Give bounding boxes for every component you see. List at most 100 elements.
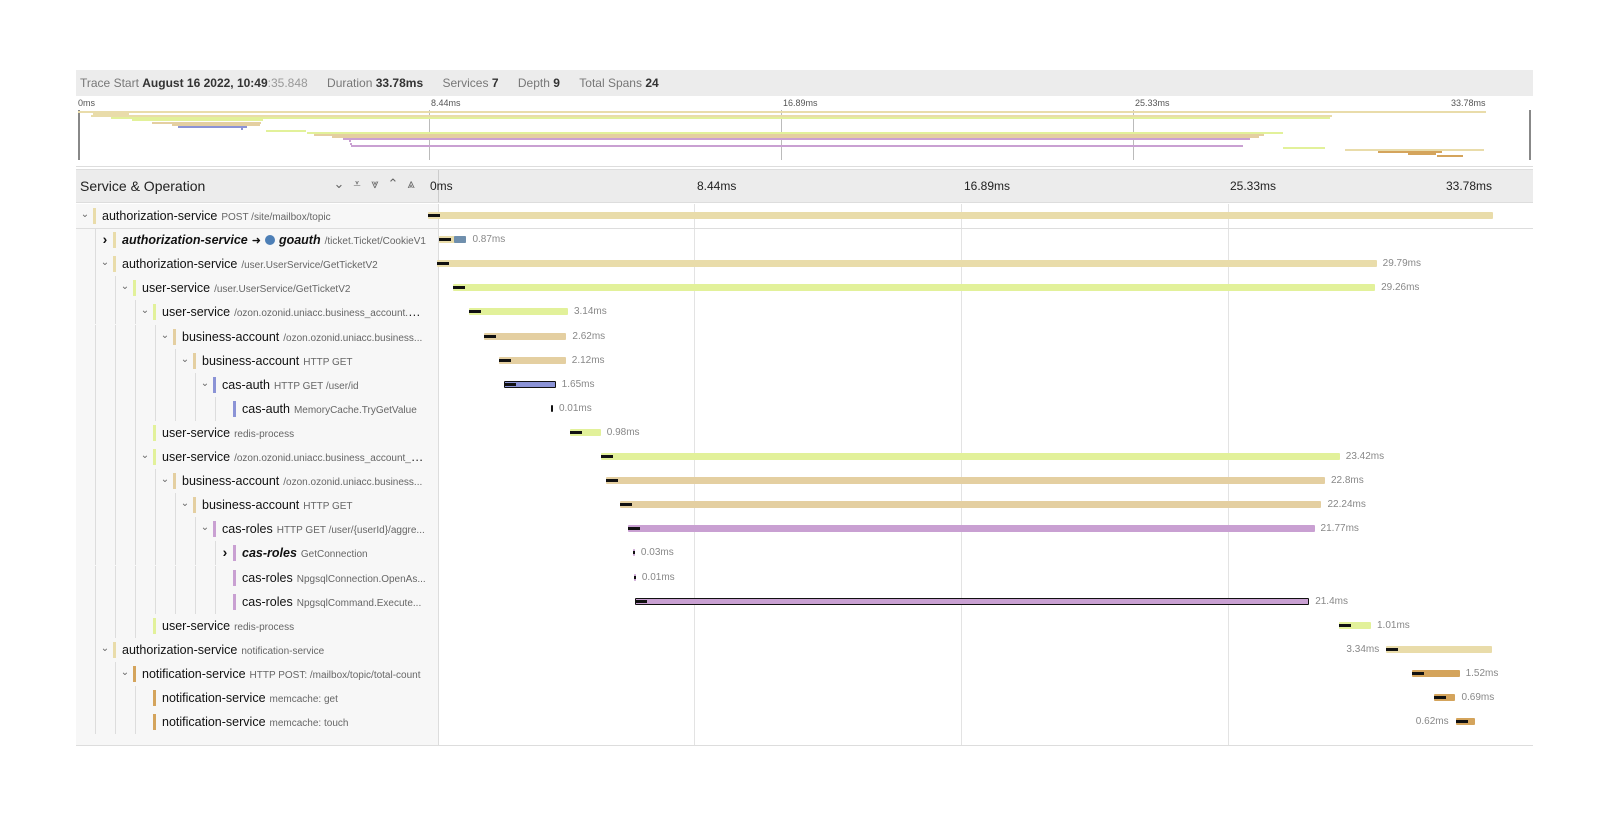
span-row[interactable]: ⌄ notification-service HTTP POST: /mailbox… <box>76 661 1533 686</box>
operation-name: HTTP GET <box>303 356 353 368</box>
span-row[interactable]: › cas-roles GetConnection 0.03ms <box>76 541 1533 566</box>
span-label[interactable]: cas-auth HTTP GET /user/id <box>222 377 359 395</box>
span-row[interactable]: ⌄ business-account HTTP GET 22.24ms <box>76 493 1533 518</box>
span-row[interactable]: ⌄ user-service/ozon.ozonid.uniacc.busines… <box>76 300 1533 325</box>
span-row[interactable]: ⌄ business-account/ozon.ozonid.uniacc.bus… <box>76 324 1533 349</box>
span-duration: 29.79ms <box>1382 258 1422 270</box>
span-bar[interactable] <box>452 284 1376 292</box>
collapse-one-icon[interactable]: ⌄ <box>330 176 348 192</box>
span-row[interactable]: user-service redis-process 0.98ms <box>76 420 1533 445</box>
span-duration: 0.62ms <box>1415 716 1449 728</box>
span-bar[interactable] <box>1386 645 1492 653</box>
chevron-right-icon[interactable]: › <box>218 545 232 559</box>
span-label[interactable]: user-service/ozon.ozonid.uniacc.business… <box>162 304 426 322</box>
chevron-down-icon[interactable]: ⌄ <box>98 642 112 656</box>
span-bar[interactable] <box>601 453 1340 460</box>
trace-minimap[interactable]: 0ms 8.44ms 16.89ms 25.33ms 33.78ms <box>76 96 1533 167</box>
span-bar[interactable] <box>468 308 568 316</box>
span-label[interactable]: user-service/user.UserService/GetTicketV… <box>142 280 350 298</box>
span-row[interactable]: cas-roles NpgsqlCommand.Execute... 21.4ms <box>76 589 1533 614</box>
span-row[interactable]: ⌄ cas-auth HTTP GET /user/id 1.65ms <box>76 372 1533 397</box>
timeline-tick: 0ms <box>430 179 453 193</box>
span-label[interactable]: notification-service HTTP POST: /mailbox/… <box>142 666 421 684</box>
span-row[interactable]: notification-service memcache: touch 0.62m… <box>76 710 1533 735</box>
span-row[interactable]: user-service redis-process 1.01ms <box>76 613 1533 638</box>
chevron-down-icon[interactable]: ⌄ <box>178 497 192 511</box>
span-label[interactable]: cas-roles NpgsqlConnection.OpenAs... <box>242 570 426 588</box>
span-duration: 22.24ms <box>1327 499 1366 511</box>
service-name: user-service <box>162 450 231 464</box>
span-bar[interactable] <box>428 212 1493 219</box>
span-bar[interactable] <box>634 597 1310 605</box>
span-label[interactable]: cas-auth MemoryCache.TryGetValue <box>242 401 417 419</box>
span-label[interactable]: authorization-service notification-servic… <box>122 642 324 660</box>
tree-guide-line <box>115 589 116 614</box>
chevron-down-icon[interactable]: ⌄ <box>198 377 212 391</box>
span-row[interactable]: cas-roles NpgsqlConnection.OpenAs... 0.01m… <box>76 565 1533 590</box>
span-label[interactable]: notification-service memcache: get <box>162 690 338 708</box>
span-row[interactable]: ⌄ business-account/ozon.ozonid.uniacc.bus… <box>76 469 1533 494</box>
chevron-down-icon[interactable]: ⌄ <box>158 473 172 487</box>
span-label[interactable]: user-service redis-process <box>162 425 294 443</box>
span-row[interactable]: ⌄ authorization-service POST /site/mailbox… <box>76 204 1533 229</box>
chevron-right-icon[interactable]: › <box>98 232 112 246</box>
service-name: notification-service <box>162 715 266 730</box>
span-bar[interactable] <box>437 260 1377 268</box>
service-color-marker <box>213 521 216 538</box>
rows-bottom-border <box>76 745 1533 746</box>
span-label[interactable]: cas-roles HTTP GET /user/{userId}/aggre..… <box>222 521 425 539</box>
span-log-tick <box>1386 647 1399 651</box>
expand-one-icon[interactable]: ⩔ <box>366 176 384 192</box>
tree-guide-line <box>115 469 116 494</box>
chevron-down-icon[interactable]: ⌄ <box>118 280 132 294</box>
collapse-all-icon[interactable]: ⩡ <box>348 176 366 192</box>
span-row[interactable]: ⌄ user-service/ozon.ozonid.uniacc.busines… <box>76 445 1533 469</box>
operation-name: notification-service <box>241 645 325 657</box>
span-row[interactable]: notification-service memcache: get 0.69ms <box>76 686 1533 710</box>
tree-guide-line <box>135 541 136 566</box>
span-row[interactable]: ⌄ user-service/user.UserService/GetTicket… <box>76 276 1533 301</box>
span-row[interactable]: ⌄ cas-roles HTTP GET /user/{userId}/aggre.… <box>76 517 1533 542</box>
span-row[interactable]: › authorization-service ➜ goauth/ticket.Tic… <box>76 228 1533 253</box>
span-bar[interactable] <box>620 501 1322 509</box>
expand-all-up-icon[interactable]: ⌃ <box>384 176 402 192</box>
span-bar[interactable] <box>628 525 1315 533</box>
chevron-down-icon[interactable]: ⌄ <box>138 449 152 463</box>
tree-guide-line <box>95 565 96 590</box>
span-label[interactable]: authorization-service ➜ goauth/ticket.Tick… <box>122 232 426 250</box>
span-label[interactable]: business-account HTTP GET <box>202 353 353 371</box>
span-label[interactable]: business-account/ozon.ozonid.uniacc.busi… <box>182 473 422 491</box>
span-label[interactable]: authorization-service POST /site/mailbox/… <box>102 208 331 226</box>
span-label[interactable]: user-service redis-process <box>162 618 294 636</box>
span-label[interactable]: authorization-service/user.UserService/G… <box>122 256 378 274</box>
minimap-canvas[interactable] <box>78 110 1531 160</box>
span-bar[interactable] <box>483 332 567 340</box>
span-duration: 21.77ms <box>1320 523 1359 535</box>
chevron-down-icon[interactable]: ⌄ <box>138 304 152 318</box>
service-name: notification-service <box>162 691 266 705</box>
trace-view: Trace Start August 16 2022, 10:49:35.848… <box>76 70 1533 746</box>
chevron-down-icon[interactable]: ⌄ <box>158 329 172 343</box>
span-label[interactable]: user-service/ozon.ozonid.uniacc.business… <box>162 449 426 467</box>
span-row[interactable]: ⌄ authorization-service notification-servi… <box>76 637 1533 662</box>
span-row[interactable]: ⌄ business-account HTTP GET 2.12ms <box>76 348 1533 373</box>
span-label[interactable]: business-account/ozon.ozonid.uniacc.busi… <box>182 329 422 347</box>
service-name: authorization-service <box>122 257 238 272</box>
operation-name: /ticket.Ticket/CookieV1 <box>324 236 426 248</box>
span-label[interactable]: cas-roles GetConnection <box>242 545 368 563</box>
span-label[interactable]: business-account HTTP GET <box>202 497 353 515</box>
span-label[interactable]: cas-roles NpgsqlCommand.Execute... <box>242 594 421 612</box>
expand-all-icon[interactable]: ⩓ <box>402 176 420 192</box>
span-bar[interactable] <box>606 477 1325 485</box>
span-row[interactable]: ⌄ authorization-service/user.UserService/… <box>76 252 1533 277</box>
peer-service-dot-icon <box>264 235 275 246</box>
span-row[interactable]: cas-auth MemoryCache.TryGetValue 0.01ms <box>76 396 1533 421</box>
chevron-down-icon[interactable]: ⌄ <box>118 666 132 680</box>
chevron-down-icon[interactable]: ⌄ <box>98 256 112 270</box>
chevron-down-icon[interactable]: ⌄ <box>198 521 212 535</box>
span-label[interactable]: notification-service memcache: touch <box>162 714 348 732</box>
trace-start-value: August 16 2022, 10:49 <box>142 76 268 90</box>
chevron-down-icon[interactable]: ⌄ <box>78 208 92 222</box>
chevron-down-icon[interactable]: ⌄ <box>178 353 192 367</box>
peer-service-name: goauth <box>278 233 321 248</box>
